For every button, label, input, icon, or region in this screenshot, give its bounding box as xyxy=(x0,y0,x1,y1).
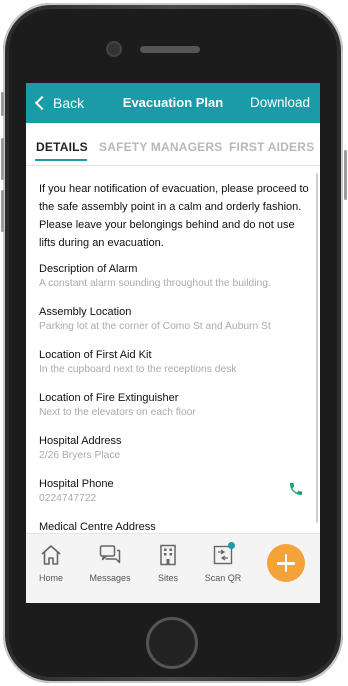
detail-medical-centre-address: Medical Centre Address xyxy=(39,520,301,533)
detail-assembly-location: Assembly Location Parking lot at the cor… xyxy=(39,305,301,334)
detail-label: Hospital Address xyxy=(39,435,122,447)
detail-fire-extinguisher: Location of Fire Extinguisher Next to th… xyxy=(39,391,301,420)
earpiece-speaker xyxy=(140,46,200,53)
mute-switch xyxy=(1,92,4,116)
nav-messages[interactable]: Messages xyxy=(85,543,135,583)
detail-hospital-address: Hospital Address 2/26 Bryers Place xyxy=(39,434,301,463)
detail-label: Hospital Phone xyxy=(39,478,114,490)
power-button xyxy=(344,150,347,200)
tab-safety-managers[interactable]: SAFETY MANAGERS xyxy=(99,140,222,154)
app-screen: Back Evacuation Plan Download DETAILS SA… xyxy=(26,83,320,603)
building-icon xyxy=(160,544,176,566)
tab-details[interactable]: DETAILS xyxy=(36,140,88,154)
detail-label: Assembly Location xyxy=(39,306,132,318)
volume-up-button xyxy=(1,138,4,180)
detail-value: In the cupboard next to the receptions d… xyxy=(39,364,237,375)
details-content[interactable]: If you hear notification of evacuation, … xyxy=(26,166,320,533)
evacuation-instructions: If you hear notification of evacuation, … xyxy=(39,183,309,249)
detail-label: Description of Alarm xyxy=(39,263,138,275)
detail-value: 2/26 Bryers Place xyxy=(39,450,121,461)
detail-alarm: Description of Alarm A constant alarm so… xyxy=(39,262,301,291)
download-button[interactable]: Download xyxy=(250,83,310,123)
detail-label: Location of First Aid Kit xyxy=(39,349,152,361)
nav-label: Sites xyxy=(157,573,178,583)
chevron-left-icon xyxy=(34,95,50,111)
detail-hospital-phone: Hospital Phone 0224747722 xyxy=(39,477,301,506)
nav-home[interactable]: Home xyxy=(26,543,76,583)
notification-badge xyxy=(228,542,235,549)
add-button[interactable] xyxy=(267,544,305,582)
tab-bar: DETAILS SAFETY MANAGERS FIRST AIDERS xyxy=(26,123,320,165)
detail-value: Parking lot at the corner of Como St and… xyxy=(39,321,271,332)
back-label: Back xyxy=(53,95,85,111)
detail-label: Location of Fire Extinguisher xyxy=(39,392,179,404)
messages-icon xyxy=(99,545,121,564)
bottom-nav: Home Messages Sites Scan QR xyxy=(26,533,320,603)
active-tab-indicator xyxy=(35,159,87,161)
detail-value: A constant alarm sounding throughout the… xyxy=(39,278,271,289)
home-icon xyxy=(41,545,61,565)
back-button[interactable]: Back xyxy=(34,83,84,123)
nav-label: Home xyxy=(38,573,63,583)
tab-first-aiders[interactable]: FIRST AIDERS xyxy=(229,140,314,154)
volume-down-button xyxy=(1,190,4,232)
detail-value: Next to the elevators on each floor xyxy=(39,407,196,418)
detail-label: Medical Centre Address xyxy=(39,521,156,533)
phone-call-icon[interactable] xyxy=(288,481,304,497)
detail-first-aid-kit: Location of First Aid Kit In the cupboar… xyxy=(39,348,301,377)
top-bar: Back Evacuation Plan Download xyxy=(26,83,320,123)
nav-label: Scan QR xyxy=(204,573,242,583)
nav-sites[interactable]: Sites xyxy=(143,543,193,583)
home-hardware-button[interactable] xyxy=(146,617,198,669)
detail-value: 0224747722 xyxy=(39,493,97,504)
nav-label: Messages xyxy=(89,573,131,583)
content-scrollbar[interactable] xyxy=(316,173,318,523)
front-camera xyxy=(108,43,120,55)
nav-scan-qr[interactable]: Scan QR xyxy=(198,542,248,583)
